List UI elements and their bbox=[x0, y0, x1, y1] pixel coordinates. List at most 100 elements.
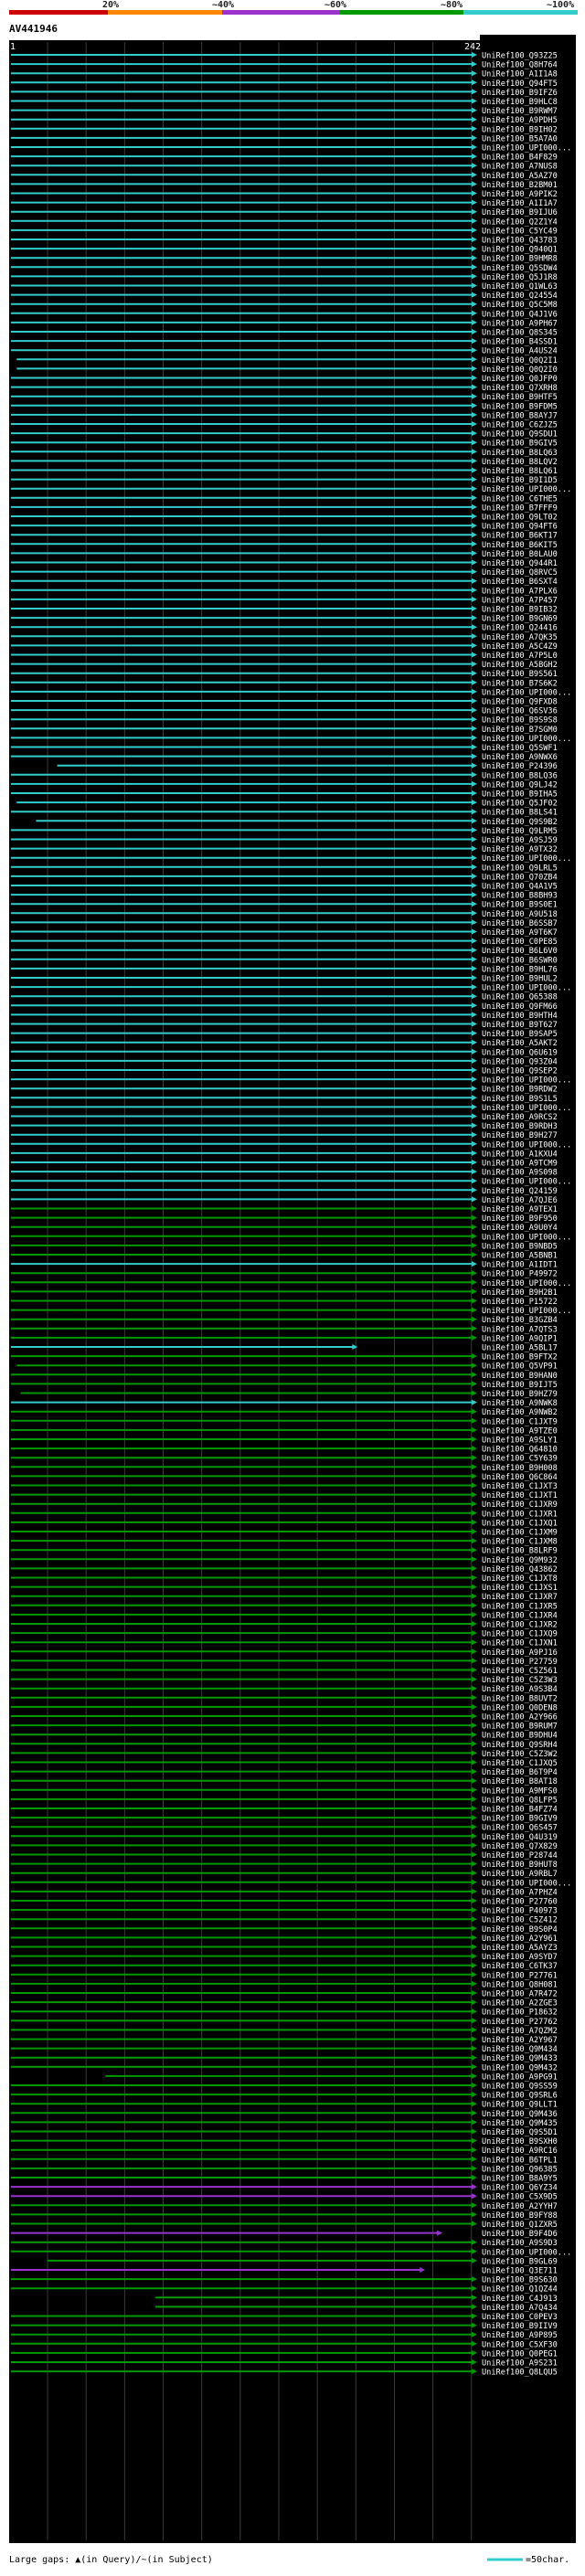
hit-label[interactable]: UniRef100_A5BL17 bbox=[482, 1344, 558, 1353]
hit-label[interactable]: UniRef100_B7SGM0 bbox=[482, 726, 558, 735]
hit-label[interactable]: UniRef100_A9S231 bbox=[482, 2359, 558, 2369]
hit-label[interactable]: UniRef100_B9HL76 bbox=[482, 965, 558, 974]
hit-label[interactable]: UniRef100_B8UVT2 bbox=[482, 1694, 558, 1703]
hit-label[interactable]: UniRef100_B9S9S8 bbox=[482, 716, 558, 726]
hit-label[interactable]: UniRef100_B9H008 bbox=[482, 1464, 558, 1473]
hit-label[interactable]: UniRef100_Q8H081 bbox=[482, 1980, 558, 1989]
hit-label[interactable]: UniRef100_B9T627 bbox=[482, 1021, 558, 1030]
hit-label[interactable]: UniRef100_B8LQV2 bbox=[482, 458, 558, 467]
hit-label[interactable]: UniRef100_A2Y961 bbox=[482, 1935, 558, 1944]
hit-label[interactable]: UniRef100_B4F829 bbox=[482, 154, 558, 163]
hit-label[interactable]: UniRef100_Q8LQU5 bbox=[482, 2369, 558, 2378]
hit-label[interactable]: UniRef100_Q43783 bbox=[482, 237, 558, 246]
hit-label[interactable]: UniRef100_Q9LRL5 bbox=[482, 864, 558, 873]
hit-label[interactable]: UniRef100_B9RUM7 bbox=[482, 1723, 558, 1732]
hit-label[interactable]: UniRef100_C0PEV3 bbox=[482, 2313, 558, 2322]
hit-label[interactable]: UniRef100_B9S1L5 bbox=[482, 1095, 558, 1104]
hit-label[interactable]: UniRef100_P28744 bbox=[482, 1851, 558, 1860]
hit-label[interactable]: UniRef100_A7PLX6 bbox=[482, 587, 558, 596]
hit-label[interactable]: UniRef100_Q2Z1Y4 bbox=[482, 217, 558, 227]
hit-label[interactable]: UniRef100_Q6U619 bbox=[482, 1048, 558, 1057]
hit-label[interactable]: UniRef100_A9RBL7 bbox=[482, 1870, 558, 1879]
hit-label[interactable]: UniRef100_B8A9Y5 bbox=[482, 2175, 558, 2184]
hit-label[interactable]: UniRef100_Q0Q2I0 bbox=[482, 366, 558, 375]
hit-label[interactable]: UniRef100_B9RDW2 bbox=[482, 1086, 558, 1095]
hit-label[interactable]: UniRef100_UPI000... bbox=[482, 1879, 571, 1888]
hit-label[interactable]: UniRef100_Q9LJ42 bbox=[482, 780, 558, 790]
hit-label[interactable]: UniRef100_UPI000... bbox=[482, 984, 571, 993]
hit-label[interactable]: UniRef100_Q6SV36 bbox=[482, 707, 558, 716]
hit-label[interactable]: UniRef100_B9FTX2 bbox=[482, 1353, 558, 1362]
hit-label[interactable]: UniRef100_A9U518 bbox=[482, 910, 558, 919]
hit-label[interactable]: UniRef100_B4SSD1 bbox=[482, 338, 558, 347]
hit-label[interactable]: UniRef100_B8LRF9 bbox=[482, 1547, 558, 1556]
hit-label[interactable]: UniRef100_B9IFZ6 bbox=[482, 89, 558, 98]
hit-label[interactable]: UniRef100_B9HAN0 bbox=[482, 1372, 558, 1381]
hit-label[interactable]: UniRef100_A5AKT2 bbox=[482, 1039, 558, 1048]
hit-label[interactable]: UniRef100_Q9M433 bbox=[482, 2054, 558, 2063]
hit-label[interactable]: UniRef100_Q24554 bbox=[482, 292, 558, 301]
hit-label[interactable]: UniRef100_A1KXU4 bbox=[482, 1150, 558, 1159]
hit-label[interactable]: UniRef100_Q93Z04 bbox=[482, 1057, 558, 1066]
hit-label[interactable]: UniRef100_B9HZ79 bbox=[482, 1390, 558, 1399]
hit-label[interactable]: UniRef100_A1I1A8 bbox=[482, 70, 558, 80]
hit-label[interactable]: UniRef100_Q8S345 bbox=[482, 329, 558, 338]
hit-label[interactable]: UniRef100_A7QK35 bbox=[482, 633, 558, 642]
hit-label[interactable]: UniRef100_P27761 bbox=[482, 1971, 558, 1980]
hit-label[interactable]: UniRef100_B6T9P4 bbox=[482, 1768, 558, 1777]
hit-label[interactable]: UniRef100_B0LAU0 bbox=[482, 550, 558, 559]
hit-label[interactable]: UniRef100_C1JXN1 bbox=[482, 1639, 558, 1648]
hit-label[interactable]: UniRef100_UPI000... bbox=[482, 688, 571, 697]
hit-label[interactable]: UniRef100_B9IJU6 bbox=[482, 208, 558, 217]
hit-label[interactable]: UniRef100_C1JXT8 bbox=[482, 1574, 558, 1584]
hit-label[interactable]: UniRef100_Q940Q1 bbox=[482, 246, 558, 255]
hit-label[interactable]: UniRef100_B6TPL1 bbox=[482, 2156, 558, 2165]
hit-label[interactable]: UniRef100_C1JXR4 bbox=[482, 1611, 558, 1620]
hit-label[interactable]: UniRef100_Q6C864 bbox=[482, 1473, 558, 1482]
hit-label[interactable]: UniRef100_Q9FXD8 bbox=[482, 698, 558, 707]
hit-label[interactable]: UniRef100_Q9SS59 bbox=[482, 2083, 558, 2092]
hit-label[interactable]: UniRef100_B9F4D6 bbox=[482, 2230, 558, 2239]
hit-label[interactable]: UniRef100_B9GIV9 bbox=[482, 1815, 558, 1824]
hit-label[interactable]: UniRef100_Q9S9B2 bbox=[482, 818, 558, 827]
hit-label[interactable]: UniRef100_A7QTS3 bbox=[482, 1325, 558, 1334]
hit-label[interactable]: UniRef100_B9HMR8 bbox=[482, 255, 558, 264]
hit-label[interactable]: UniRef100_A7NUS8 bbox=[482, 163, 558, 172]
hit-label[interactable]: UniRef100_A9U0Y4 bbox=[482, 1224, 558, 1233]
hit-label[interactable]: UniRef100_A2Y966 bbox=[482, 1713, 558, 1723]
hit-label[interactable]: UniRef100_Q4A1V5 bbox=[482, 883, 558, 892]
hit-label[interactable]: UniRef100_A5BGH2 bbox=[482, 661, 558, 670]
hit-label[interactable]: UniRef100_A2ZGE3 bbox=[482, 1999, 558, 2009]
hit-label[interactable]: UniRef100_B8AT18 bbox=[482, 1777, 558, 1786]
hit-label[interactable]: UniRef100_Q0DEN8 bbox=[482, 1703, 558, 1712]
hit-label[interactable]: UniRef100_A7QJE6 bbox=[482, 1196, 558, 1205]
hit-label[interactable]: UniRef100_B9IIV9 bbox=[482, 2322, 558, 2331]
hit-label[interactable]: UniRef100_Q9FM66 bbox=[482, 1002, 558, 1012]
hit-label[interactable]: UniRef100_B6KIT5 bbox=[482, 541, 558, 550]
hit-label[interactable]: UniRef100_C5X9D5 bbox=[482, 2193, 558, 2202]
hit-label[interactable]: UniRef100_B9RWM7 bbox=[482, 107, 558, 116]
hit-label[interactable]: UniRef100_Q5SWF1 bbox=[482, 744, 558, 753]
hit-label[interactable]: UniRef100_A7P5L0 bbox=[482, 652, 558, 661]
hit-label[interactable]: UniRef100_C1JXT9 bbox=[482, 1417, 558, 1426]
hit-label[interactable]: UniRef100_A9P895 bbox=[482, 2331, 558, 2340]
hit-label[interactable]: UniRef100_Q9M932 bbox=[482, 1556, 558, 1565]
hit-label[interactable]: UniRef100_B8LQ61 bbox=[482, 467, 558, 476]
hit-label[interactable]: UniRef100_B9IB32 bbox=[482, 606, 558, 615]
hit-label[interactable]: UniRef100_A9NWB2 bbox=[482, 1408, 558, 1417]
hit-label[interactable]: UniRef100_UPI000... bbox=[482, 2248, 571, 2257]
hit-label[interactable]: UniRef100_Q70ZB4 bbox=[482, 873, 558, 882]
hit-label[interactable]: UniRef100_B9IH02 bbox=[482, 125, 558, 134]
hit-label[interactable]: UniRef100_A4US24 bbox=[482, 347, 558, 356]
hit-label[interactable]: UniRef100_P24396 bbox=[482, 762, 558, 771]
hit-label[interactable]: UniRef100_A9PG91 bbox=[482, 2072, 558, 2082]
hit-label[interactable]: UniRef100_Q8LFP5 bbox=[482, 1796, 558, 1805]
hit-label[interactable]: UniRef100_C5Y639 bbox=[482, 1455, 558, 1464]
hit-label[interactable]: UniRef100_A5C4Z9 bbox=[482, 642, 558, 652]
hit-label[interactable]: UniRef100_A1I1A7 bbox=[482, 199, 558, 208]
hit-label[interactable]: UniRef100_B5A7A0 bbox=[482, 134, 558, 143]
hit-label[interactable]: UniRef100_A5AYZ3 bbox=[482, 1944, 558, 1953]
hit-label[interactable]: UniRef100_Q9M436 bbox=[482, 2110, 558, 2119]
hit-label[interactable]: UniRef100_A7Q434 bbox=[482, 2304, 558, 2313]
hit-label[interactable]: UniRef100_C1JXS1 bbox=[482, 1584, 558, 1593]
